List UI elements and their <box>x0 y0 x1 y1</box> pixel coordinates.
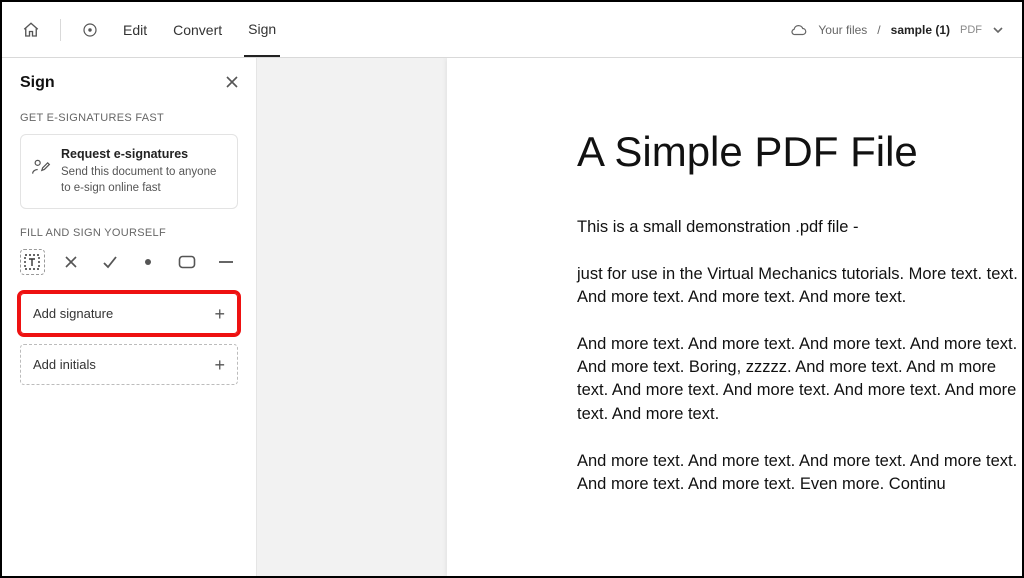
fill-tools-row <box>20 249 238 275</box>
document-viewport[interactable]: A Simple PDF File This is a small demons… <box>257 58 1022 576</box>
cloud-icon <box>790 23 808 37</box>
sign-panel: Sign GET E-SIGNATURES FAST Request e-sig… <box>2 58 257 576</box>
rounded-rect-tool-icon[interactable] <box>175 249 200 275</box>
tab-convert[interactable]: Convert <box>169 4 226 56</box>
breadcrumb-ext: PDF <box>960 24 982 36</box>
add-signature-label: Add signature <box>33 306 113 321</box>
top-toolbar: Edit Convert Sign Your files / sample (1… <box>2 2 1022 58</box>
textbox-tool-icon[interactable] <box>20 249 45 275</box>
doc-paragraph: And more text. And more text. And more t… <box>577 450 1022 496</box>
people-pen-icon <box>31 157 51 177</box>
tab-sign[interactable]: Sign <box>244 3 280 57</box>
breadcrumb-sep: / <box>877 23 880 37</box>
x-mark-tool-icon[interactable] <box>59 249 84 275</box>
home-icon[interactable] <box>20 19 42 41</box>
chevron-down-icon[interactable] <box>992 24 1004 36</box>
panel-title: Sign <box>20 74 238 92</box>
pdf-page: A Simple PDF File This is a small demons… <box>447 58 1022 576</box>
doc-paragraph: And more text. And more text. And more t… <box>577 333 1022 425</box>
breadcrumb: Your files / sample (1) PDF <box>790 23 1004 37</box>
line-tool-icon[interactable] <box>213 249 238 275</box>
separator <box>60 19 61 41</box>
section-fillsign-label: FILL AND SIGN YOURSELF <box>20 227 238 239</box>
doc-title: A Simple PDF File <box>577 128 1022 176</box>
request-esign-card[interactable]: Request e-signatures Send this document … <box>20 134 238 209</box>
doc-paragraph: just for use in the Virtual Mechanics tu… <box>577 263 1022 309</box>
add-initials-label: Add initials <box>33 357 96 372</box>
section-esign-label: GET E-SIGNATURES FAST <box>20 112 238 124</box>
breadcrumb-filename: sample (1) <box>891 23 950 37</box>
main-area: Sign GET E-SIGNATURES FAST Request e-sig… <box>2 58 1022 576</box>
target-icon[interactable] <box>79 19 101 41</box>
checkmark-tool-icon[interactable] <box>97 249 122 275</box>
add-initials-button[interactable]: Add initials + <box>20 344 238 385</box>
close-icon[interactable] <box>224 74 240 90</box>
card-title: Request e-signatures <box>61 147 225 161</box>
breadcrumb-root[interactable]: Your files <box>818 23 867 37</box>
doc-paragraph: This is a small demonstration .pdf file … <box>577 216 1022 239</box>
dot-tool-icon[interactable] <box>136 249 161 275</box>
add-signature-button[interactable]: Add signature + <box>20 293 238 334</box>
card-desc: Send this document to anyone to e-sign o… <box>61 165 225 196</box>
tab-edit[interactable]: Edit <box>119 4 151 56</box>
